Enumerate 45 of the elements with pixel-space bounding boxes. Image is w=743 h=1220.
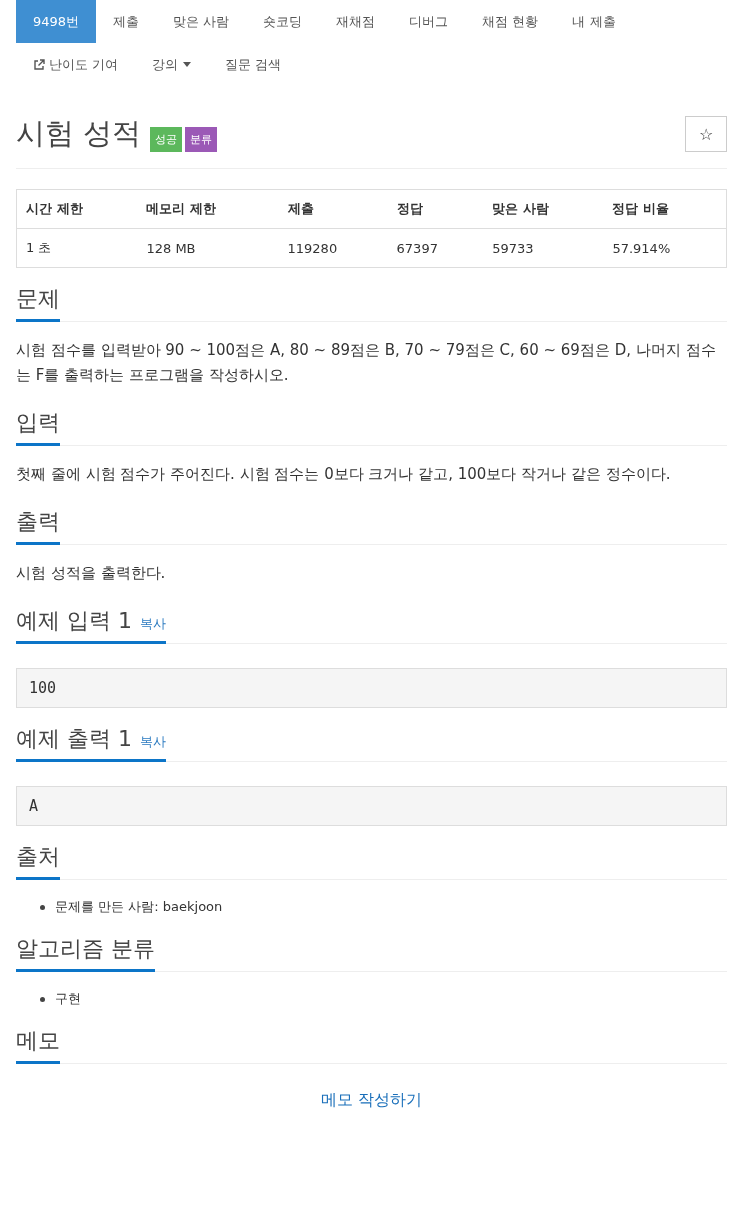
write-memo-link[interactable]: 메모 작성하기 bbox=[320, 1090, 423, 1109]
section-heading: 예제 출력 1 bbox=[16, 725, 132, 753]
table-cell: 119280 bbox=[278, 228, 388, 268]
nav-tab[interactable]: 채점 현황 bbox=[465, 0, 556, 43]
nav-tab[interactable]: 난이도 기여 bbox=[16, 43, 136, 86]
nav-tab[interactable]: 강의 bbox=[135, 43, 209, 86]
section-heading: 출처 bbox=[16, 843, 60, 871]
problem-title: 시험 성적 bbox=[16, 115, 142, 152]
copy-link[interactable]: 복사 bbox=[140, 615, 166, 633]
section-text: 시험 점수를 입력받아 90 ~ 100점은 A, 80 ~ 89점은 B, 70 ~ 79점은 C, 60 ~ 69점은 D, 나머지 점수는 F를 출력하는 프로그램을 작성하시오. bbox=[16, 340, 717, 386]
nav-tab[interactable]: 질문 검색 bbox=[208, 43, 299, 86]
sample-code: A bbox=[16, 786, 727, 826]
section-heading: 입력 bbox=[16, 409, 60, 437]
table-cell: 67397 bbox=[387, 228, 484, 268]
column-header: 제출 bbox=[278, 189, 388, 229]
table-cell: 1 초 bbox=[16, 228, 138, 268]
section-text: 시험 성적을 출력한다. bbox=[16, 563, 167, 584]
column-header: 정답 bbox=[387, 189, 484, 229]
column-header: 메모리 제한 bbox=[137, 189, 279, 229]
external-link-icon bbox=[33, 58, 45, 71]
column-header: 시간 제한 bbox=[16, 189, 138, 229]
nav-tab[interactable]: 숏코딩 bbox=[246, 0, 320, 43]
star-button[interactable]: ☆ bbox=[685, 116, 727, 152]
section-heading: 알고리즘 분류 bbox=[16, 935, 155, 963]
table-cell: 59733 bbox=[483, 228, 604, 268]
section-heading: 메모 bbox=[16, 1027, 60, 1055]
section-heading: 출력 bbox=[16, 508, 60, 536]
nav-tab[interactable]: 내 제출 bbox=[555, 0, 633, 43]
nav-tab[interactable]: 재채점 bbox=[319, 0, 393, 43]
section-heading: 예제 입력 1 bbox=[16, 607, 132, 635]
list-item: 문제를 만든 사람: baekjoon bbox=[55, 898, 223, 916]
caret-icon bbox=[183, 62, 192, 67]
tag-badge[interactable]: 분류 bbox=[185, 127, 218, 152]
table-cell: 128 MB bbox=[137, 228, 279, 268]
column-header: 맞은 사람 bbox=[483, 189, 604, 229]
nav-tab[interactable]: 맞은 사람 bbox=[156, 0, 247, 43]
list-item: 구현 bbox=[55, 990, 81, 1008]
column-header: 정답 비율 bbox=[603, 189, 727, 229]
sample-code: 100 bbox=[16, 668, 727, 708]
nav-tab[interactable]: 디버그 bbox=[392, 0, 466, 43]
section-text: 첫째 줄에 시험 점수가 주어진다. 시험 점수는 0보다 크거나 같고, 100보다 작거나 같은 정수이다. bbox=[16, 464, 672, 485]
copy-link[interactable]: 복사 bbox=[140, 733, 166, 751]
table-cell: 57.914% bbox=[603, 228, 727, 268]
section-heading: 문제 bbox=[16, 285, 60, 313]
nav-tab[interactable]: 제출 bbox=[96, 0, 157, 43]
